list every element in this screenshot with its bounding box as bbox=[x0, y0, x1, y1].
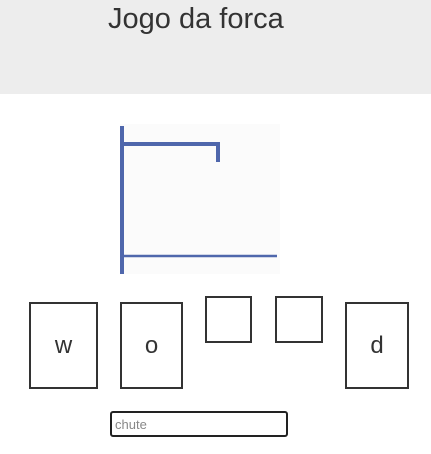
letter-slot-1-value: w bbox=[54, 331, 73, 359]
hangman-game-page: Jogo da forca w o d bbox=[0, 0, 431, 454]
gallows-drawing bbox=[120, 124, 280, 274]
letter-slot-2: o bbox=[120, 302, 183, 389]
letter-slot-3 bbox=[205, 296, 252, 343]
letter-slot-5-value: d bbox=[370, 331, 384, 359]
page-title: Jogo da forca bbox=[108, 3, 284, 35]
header-bar: Jogo da forca bbox=[0, 0, 431, 94]
letter-slot-2-value: o bbox=[144, 331, 159, 359]
letter-slot-1: w bbox=[29, 302, 98, 389]
guess-input[interactable] bbox=[110, 411, 288, 437]
letter-slot-4 bbox=[275, 296, 323, 343]
gallows-backdrop bbox=[120, 124, 280, 274]
letter-slot-5: d bbox=[345, 302, 409, 389]
